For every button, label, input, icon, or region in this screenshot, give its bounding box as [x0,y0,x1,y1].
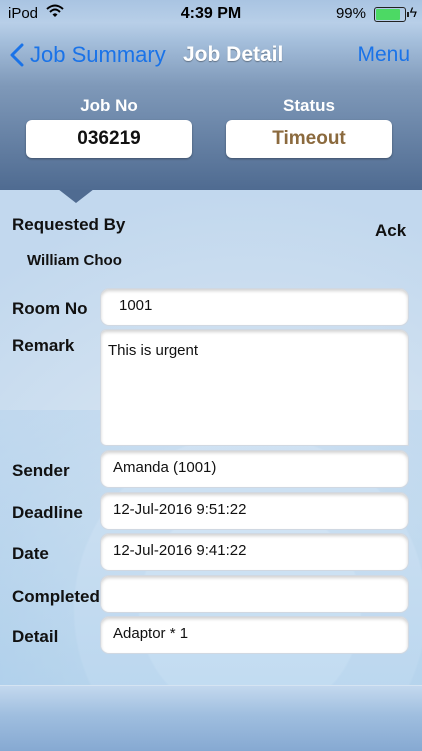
room-no-field[interactable]: 1001 [100,288,409,326]
completed-label: Completed [12,587,100,606]
detail-field[interactable]: Adaptor * 1 [100,616,409,654]
detail-label: Detail [12,627,59,646]
back-button-label: Job Summary [30,42,166,67]
job-no-field: 036219 [26,120,192,158]
navigation-bar: Job Summary Job Detail Menu [0,30,422,82]
bottom-toolbar [0,685,422,751]
sender-label: Sender [12,461,70,480]
back-button[interactable]: Job Summary [10,42,166,68]
date-field[interactable]: 12-Jul-2016 9:41:22 [100,533,409,571]
header-background [0,0,422,190]
completed-field[interactable] [100,575,409,613]
page-title: Job Detail [183,43,284,66]
charging-bolt-icon: ϟ [409,4,417,20]
battery-percent: 99% [335,5,366,22]
sender-field[interactable]: Amanda (1001) [100,450,409,488]
requested-by-label: Requested By [12,215,126,234]
room-no-label: Room No [12,299,88,318]
status-label: Status [283,96,335,115]
requester-name: William Choo [27,252,122,269]
status-bar: iPod 4:39 PM 99% ϟ [0,0,422,28]
deadline-label: Deadline [12,503,83,522]
ack-label: Ack [375,221,407,240]
menu-button[interactable]: Menu [357,43,410,67]
remark-textarea[interactable]: This is urgent [100,329,409,446]
battery-icon [374,7,409,22]
deadline-field[interactable]: 12-Jul-2016 9:51:22 [100,492,409,530]
header-pointer [58,189,94,203]
chevron-left-icon [10,43,24,67]
remark-label: Remark [12,336,75,355]
job-no-label: Job No [80,96,138,115]
status-field: Timeout [226,120,392,158]
date-label: Date [12,544,49,563]
